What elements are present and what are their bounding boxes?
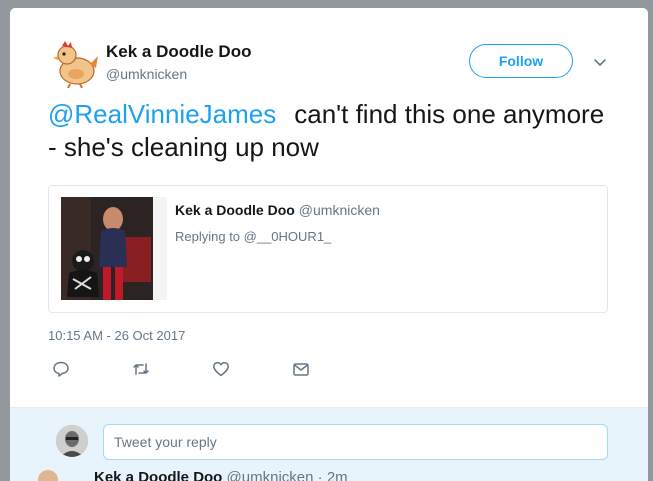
reply-icon[interactable]: [52, 360, 70, 378]
heart-icon[interactable]: [212, 360, 230, 378]
quoted-tweet[interactable]: Kek a Doodle Doo @umknicken Replying to @…: [48, 185, 608, 313]
tweet-timestamp[interactable]: 10:15 AM - 26 Oct 2017: [48, 328, 185, 343]
quoted-thumbnail[interactable]: [61, 197, 165, 300]
chevron-down-icon[interactable]: [590, 52, 610, 72]
current-user-avatar[interactable]: [56, 425, 88, 457]
reply-input[interactable]: Tweet your reply: [103, 424, 608, 460]
quoted-thumbnail-strip: [153, 197, 167, 300]
tweet-card: Kek a Doodle Doo @umknicken Follow @Real…: [10, 8, 648, 481]
author-avatar[interactable]: [50, 38, 100, 89]
mention-link[interactable]: @RealVinnieJames: [48, 99, 276, 129]
quoted-author: Kek a Doodle Doo @umknicken: [175, 202, 380, 218]
quoted-author-handle: @umknicken: [298, 202, 380, 218]
envelope-icon[interactable]: [292, 360, 310, 378]
next-tweet-time[interactable]: 2m: [327, 469, 348, 481]
author-name[interactable]: Kek a Doodle Doo: [106, 42, 251, 62]
quoted-replying-to: Replying to @__0HOUR1_: [175, 229, 332, 244]
quoted-author-name: Kek a Doodle Doo: [175, 202, 295, 218]
next-tweet-handle[interactable]: @umknicken: [227, 469, 314, 481]
next-tweet-author[interactable]: Kek a Doodle Doo: [94, 469, 222, 481]
next-tweet-sep: ·: [317, 469, 323, 481]
retweet-icon[interactable]: [132, 360, 150, 378]
tweet-text: @RealVinnieJames can't find this one anym…: [48, 98, 608, 164]
next-tweet-header: Kek a Doodle Doo @umknicken · 2m: [94, 469, 348, 481]
tweet-actions: [48, 360, 348, 382]
author-handle[interactable]: @umknicken: [106, 66, 187, 82]
follow-button[interactable]: Follow: [469, 44, 573, 78]
